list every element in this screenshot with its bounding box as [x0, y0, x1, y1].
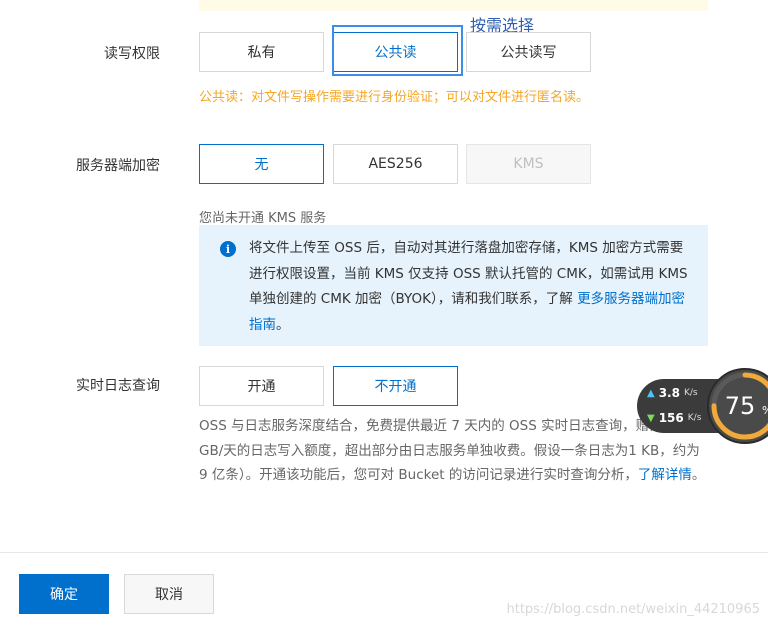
logging-label: 实时日志查询: [76, 378, 160, 394]
logging-option-enable[interactable]: 开通: [199, 366, 324, 406]
info-icon: i: [220, 241, 236, 257]
memory-usage-gauge[interactable]: 75 %: [706, 367, 768, 445]
upload-speed-unit: K/s: [683, 388, 698, 398]
logging-details-link[interactable]: 了解详情: [638, 467, 692, 483]
download-speed: ▼ 156 K/s: [647, 411, 701, 425]
acl-label: 读写权限: [104, 46, 160, 62]
encryption-info-suffix: 。: [276, 316, 290, 333]
encryption-info-box: i 将文件上传至 OSS 后，自动对其进行落盘加密存储，KMS 加密方式需要进行…: [199, 225, 708, 346]
footer-divider: [0, 552, 768, 553]
encryption-option-kms: KMS: [466, 144, 591, 184]
encryption-option-none[interactable]: 无: [199, 144, 324, 184]
encryption-label: 服务器端加密: [76, 158, 160, 174]
encryption-option-aes256[interactable]: AES256: [333, 144, 458, 184]
download-speed-value: 156: [658, 411, 684, 425]
warning-banner-edge: [199, 0, 708, 11]
acl-option-public-read-write[interactable]: 公共读写: [466, 32, 591, 72]
cancel-button[interactable]: 取消: [124, 574, 214, 614]
watermark: https://blog.csdn.net/weixin_44210965: [506, 602, 760, 617]
logging-description: OSS 与日志服务深度结合，免费提供最近 7 天内的 OSS 实时日志查询，赠额…: [199, 414, 709, 488]
gauge-percent: 75: [725, 392, 756, 420]
logging-desc-suffix: 。: [691, 467, 706, 483]
upload-arrow-icon: ▲: [647, 387, 655, 399]
encryption-info-text: 将文件上传至 OSS 后，自动对其进行落盘加密存储，KMS 加密方式需要进行权限…: [249, 236, 689, 338]
upload-speed: ▲ 3.8 K/s: [647, 386, 698, 400]
download-speed-unit: K/s: [687, 413, 702, 423]
confirm-button[interactable]: 确定: [19, 574, 109, 614]
acl-option-public-read[interactable]: 公共读: [333, 32, 458, 72]
upload-speed-value: 3.8: [658, 386, 680, 400]
gauge-percent-unit: %: [762, 404, 768, 417]
kms-hint: 您尚未开通 KMS 服务: [199, 211, 327, 226]
download-arrow-icon: ▼: [647, 412, 655, 424]
acl-hint: 公共读：对文件写操作需要进行身份验证；可以对文件进行匿名读。: [199, 90, 590, 105]
acl-option-private[interactable]: 私有: [199, 32, 324, 72]
logging-desc-body: OSS 与日志服务深度结合，免费提供最近 7 天内的 OSS 实时日志查询，赠额…: [199, 418, 700, 483]
logging-option-disable[interactable]: 不开通: [333, 366, 458, 406]
